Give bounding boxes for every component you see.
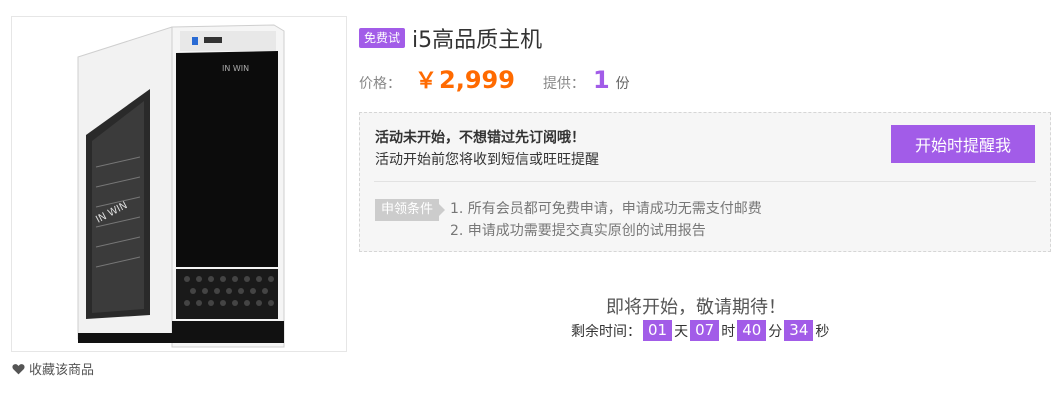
heart-icon [12, 363, 25, 374]
countdown-label: 剩余时间： [571, 323, 641, 340]
countdown-minutes: 40 [737, 320, 767, 341]
favorite-label: 收藏该商品 [29, 363, 95, 378]
pc-case-illustration: IN WIN IN WIN [77, 24, 285, 348]
supply-label: 提供： [542, 76, 585, 92]
currency-symbol: ￥ [415, 69, 438, 94]
remind-me-button[interactable]: 开始时提醒我 [891, 125, 1035, 163]
notice-title: 活动未开始，不想错过先订阅哦！ [375, 130, 585, 146]
free-trial-badge: 免费试 [359, 28, 406, 48]
countdown-seconds: 34 [784, 320, 814, 341]
product-title: i5高品质主机 [412, 28, 543, 53]
conditions-tag: 申领条件 [375, 199, 446, 221]
price-value: ￥2,999 [415, 63, 515, 95]
notice-divider [374, 181, 1036, 182]
conditions-list: 1. 所有会员都可免费申请，申请成功无需支付邮费 2. 申请成功需要提交真实原创… [450, 198, 762, 242]
condition-item: 2. 申请成功需要提交真实原创的试用报告 [450, 223, 706, 239]
hours-unit: 时 [721, 323, 736, 340]
front-brand-text: IN WIN [222, 64, 249, 73]
days-unit: 天 [674, 323, 689, 340]
favorite-button[interactable]: 收藏该商品 [12, 359, 94, 378]
notice-subtitle: 活动开始前您将收到短信或旺旺提醒 [375, 152, 599, 168]
countdown-timer: 剩余时间： 01 天 07 时 40 分 34 秒 [571, 320, 829, 341]
seconds-unit: 秒 [815, 323, 830, 340]
coming-soon-headline: 即将开始，敬请期待！ [606, 297, 786, 318]
supply-unit: 份 [615, 76, 630, 92]
condition-item: 1. 所有会员都可免费申请，申请成功无需支付邮费 [450, 201, 762, 217]
price-amount: 2,999 [439, 66, 515, 94]
supply-count: 1 [592, 66, 610, 94]
product-image: IN WIN IN WIN [11, 16, 347, 352]
countdown-days: 01 [643, 320, 673, 341]
activity-notice: 活动未开始，不想错过先订阅哦！ 活动开始前您将收到短信或旺旺提醒 开始时提醒我 … [359, 112, 1051, 252]
minutes-unit: 分 [768, 323, 783, 340]
product-title-row: 免费试 i5高品质主机 [359, 22, 542, 54]
price-label: 价格： [359, 76, 401, 92]
countdown-hours: 07 [690, 320, 720, 341]
price-row: 价格： ￥2,999 提供： 1 份 [359, 63, 630, 95]
